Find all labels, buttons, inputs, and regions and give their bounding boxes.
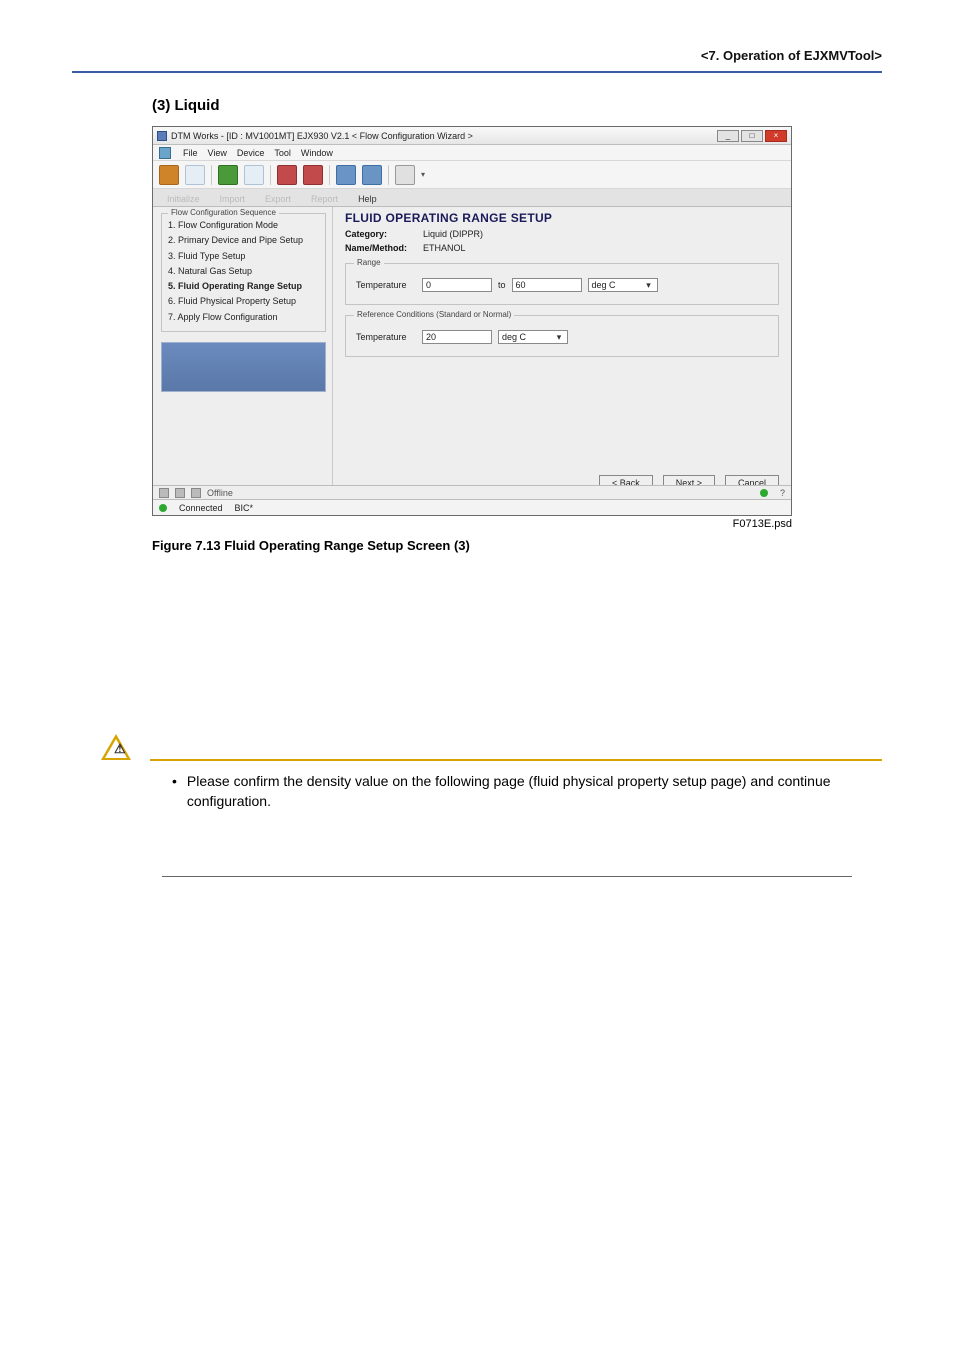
note-block: ⚠ • Please confirm the density value on … [72, 733, 882, 877]
tool-icon-1[interactable] [159, 165, 179, 185]
note-body: Please confirm the density value on the … [187, 771, 852, 812]
sequence-legend: Flow Configuration Sequence [168, 208, 279, 217]
reference-group: Reference Conditions (Standard or Normal… [345, 315, 779, 357]
category-value: Liquid (DIPPR) [423, 229, 483, 239]
tab-import[interactable]: Import [212, 192, 254, 206]
toolbar-separator-3 [329, 165, 330, 185]
toolbar-separator [211, 165, 212, 185]
seq-step-4[interactable]: 4. Natural Gas Setup [166, 264, 321, 279]
seq-step-2[interactable]: 2. Primary Device and Pipe Setup [166, 233, 321, 248]
status-help-icon[interactable]: ? [780, 488, 785, 498]
range-legend: Range [354, 258, 384, 267]
range-group: Range Temperature 0 to 60 deg C ▾ [345, 263, 779, 305]
menu-file[interactable]: File [183, 148, 198, 158]
toolbar: ▾ [153, 161, 791, 189]
reference-legend: Reference Conditions (Standard or Normal… [354, 310, 514, 319]
status-led-icon [760, 489, 768, 497]
sequence-frame: Flow Configuration Sequence 1. Flow Conf… [161, 213, 326, 332]
range-to-label: to [498, 280, 506, 290]
seq-step-7[interactable]: 7. Apply Flow Configuration [166, 310, 321, 325]
chevron-down-icon: ▾ [644, 280, 654, 291]
figure-caption: Figure 7.13 Fluid Operating Range Setup … [152, 538, 792, 553]
note-bottom-rule [162, 876, 852, 877]
name-method-label: Name/Method: [345, 243, 415, 253]
range-temp-from-value: 0 [426, 280, 431, 290]
menu-device[interactable]: Device [237, 148, 265, 158]
range-temp-to-input[interactable]: 60 [512, 278, 582, 292]
range-temp-to-value: 60 [516, 280, 526, 290]
ref-temp-unit-select[interactable]: deg C ▾ [498, 330, 568, 344]
toolbar-separator-4 [388, 165, 389, 185]
status-bar: Offline ? Connected BIC* [153, 499, 791, 515]
tab-report[interactable]: Report [303, 192, 346, 206]
caution-rule [150, 759, 882, 761]
maximize-button[interactable]: □ [741, 130, 763, 142]
chevron-down-icon-2: ▾ [554, 332, 564, 343]
main-panel: FLUID OPERATING RANGE SETUP Category: Li… [333, 207, 791, 499]
seq-step-1[interactable]: 1. Flow Configuration Mode [166, 218, 321, 233]
ref-temp-input[interactable]: 20 [422, 330, 492, 344]
app-window: DTM Works - [ID : MV1001MT] EJX930 V2.1 … [152, 126, 792, 516]
tab-help[interactable]: Help [350, 192, 385, 206]
panel-title: FLUID OPERATING RANGE SETUP [345, 211, 779, 225]
tab-export[interactable]: Export [257, 192, 299, 206]
range-temp-label: Temperature [356, 280, 416, 290]
tool-icon-2[interactable] [185, 165, 205, 185]
bullet-icon: • [172, 771, 177, 812]
tool-print-icon[interactable] [395, 165, 415, 185]
menubar: File View Device Tool Window [153, 145, 791, 161]
status-icon-2 [175, 488, 185, 498]
tool-icon-8[interactable] [362, 165, 382, 185]
header-chapter: <7. Operation of EJXMVTool> [701, 48, 882, 63]
menu-view[interactable]: View [208, 148, 227, 158]
range-temp-unit-select[interactable]: deg C ▾ [588, 278, 658, 292]
connected-led-icon [159, 504, 167, 512]
seq-step-3[interactable]: 3. Fluid Type Setup [166, 249, 321, 264]
tool-icon-4[interactable] [244, 165, 264, 185]
tab-initialize[interactable]: Initialize [159, 192, 208, 206]
ref-temp-unit-value: deg C [502, 332, 526, 342]
status-extra: BIC* [235, 503, 254, 513]
menu-window[interactable]: Window [301, 148, 333, 158]
menu-tool[interactable]: Tool [274, 148, 291, 158]
minimize-button[interactable]: _ [717, 130, 739, 142]
note-text: • Please confirm the density value on th… [172, 771, 852, 812]
close-button[interactable]: × [765, 130, 787, 142]
seq-step-5[interactable]: 5. Fluid Operating Range Setup [166, 279, 321, 294]
tool-icon-7[interactable] [336, 165, 356, 185]
app-icon [157, 131, 167, 141]
ref-temp-label: Temperature [356, 332, 416, 342]
caution-header: ⚠ [72, 733, 882, 761]
window-titlebar: DTM Works - [ID : MV1001MT] EJX930 V2.1 … [153, 127, 791, 145]
menubar-icon [159, 147, 171, 159]
toolbar-separator-2 [270, 165, 271, 185]
offline-label: Offline [207, 488, 233, 498]
tool-dropdown-caret[interactable]: ▾ [421, 170, 425, 179]
status-icon-1 [159, 488, 169, 498]
section-heading: (3) Liquid [152, 97, 882, 114]
seq-step-6[interactable]: 6. Fluid Physical Property Setup [166, 294, 321, 309]
range-temp-from-input[interactable]: 0 [422, 278, 492, 292]
window-controls: _ □ × [717, 130, 787, 142]
ref-temp-value: 20 [426, 332, 436, 342]
status-icon-3 [191, 488, 201, 498]
tool-icon-3[interactable] [218, 165, 238, 185]
range-temp-unit-value: deg C [592, 280, 616, 290]
page-header: <7. Operation of EJXMVTool> [72, 48, 882, 67]
window-body: Flow Configuration Sequence 1. Flow Conf… [153, 207, 791, 499]
connected-label: Connected [179, 503, 223, 513]
tab-strip: Initialize Import Export Report Help [153, 189, 791, 207]
offline-bar: Offline ? [153, 485, 791, 499]
tool-icon-5[interactable] [277, 165, 297, 185]
window-title: DTM Works - [ID : MV1001MT] EJX930 V2.1 … [171, 131, 713, 141]
screenshot-wrap: DTM Works - [ID : MV1001MT] EJX930 V2.1 … [152, 126, 792, 553]
caution-icon: ⚠ [100, 733, 132, 761]
tool-icon-6[interactable] [303, 165, 323, 185]
name-method-value: ETHANOL [423, 243, 466, 253]
sidebar: Flow Configuration Sequence 1. Flow Conf… [153, 207, 333, 499]
category-label: Category: [345, 229, 415, 239]
figure-filename: F0713E.psd [152, 518, 792, 530]
sidebar-illustration [161, 342, 326, 392]
header-rule [72, 71, 882, 73]
